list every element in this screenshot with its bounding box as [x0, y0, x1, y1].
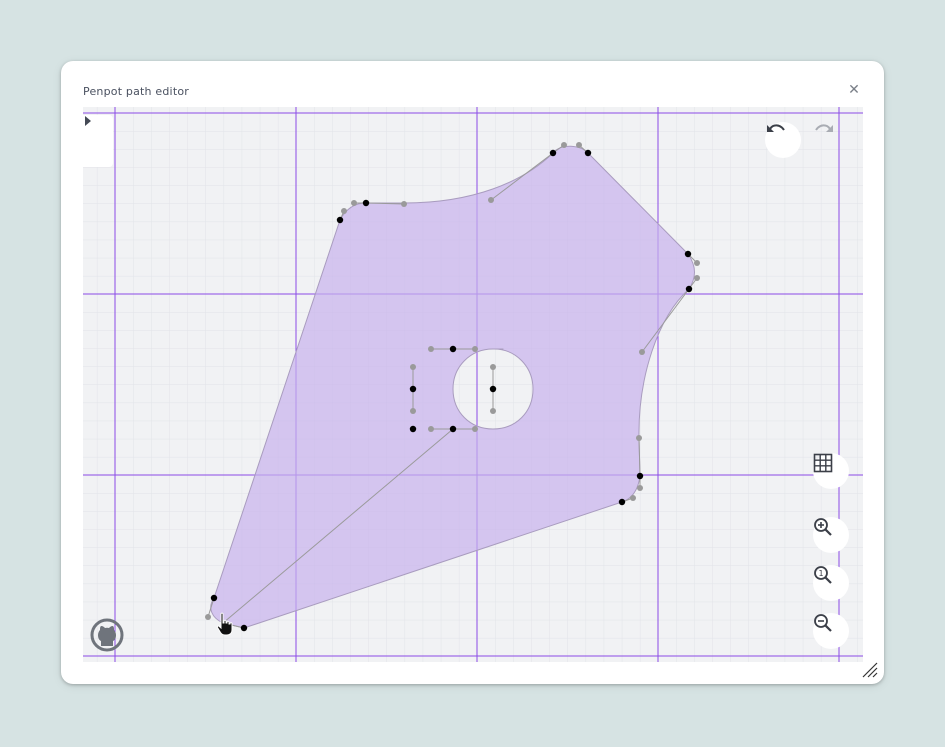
zoom-out-button[interactable]: [813, 613, 849, 649]
path-editor-window: Penpot path editor ✕ 1: [61, 61, 884, 684]
grid-toggle-button[interactable]: [813, 453, 849, 489]
zoom-reset-label: 1: [818, 569, 823, 578]
github-icon: [90, 618, 124, 652]
zoom-in-button[interactable]: [813, 517, 849, 553]
zoom-reset-icon: 1: [814, 566, 832, 584]
github-link[interactable]: [90, 618, 124, 652]
close-icon[interactable]: ✕: [847, 83, 861, 97]
hand-pointer-icon: [215, 612, 237, 638]
redo-button[interactable]: [813, 122, 849, 158]
zoom-out-icon: [814, 614, 832, 632]
canvas-svg[interactable]: [83, 107, 863, 662]
undo-button[interactable]: [765, 122, 801, 158]
zoom-reset-button[interactable]: 1: [813, 565, 849, 601]
window-title: Penpot path editor: [83, 85, 189, 98]
minor-grid: [83, 107, 863, 662]
sidebar-toggle-button[interactable]: [83, 115, 113, 167]
redo-icon: [815, 124, 833, 132]
resize-grip[interactable]: [861, 661, 879, 679]
zoom-in-icon: [814, 518, 832, 536]
chevron-right-icon: [85, 116, 91, 126]
undo-icon: [767, 124, 785, 132]
grid-icon: [813, 453, 833, 473]
canvas[interactable]: 1: [83, 107, 863, 662]
